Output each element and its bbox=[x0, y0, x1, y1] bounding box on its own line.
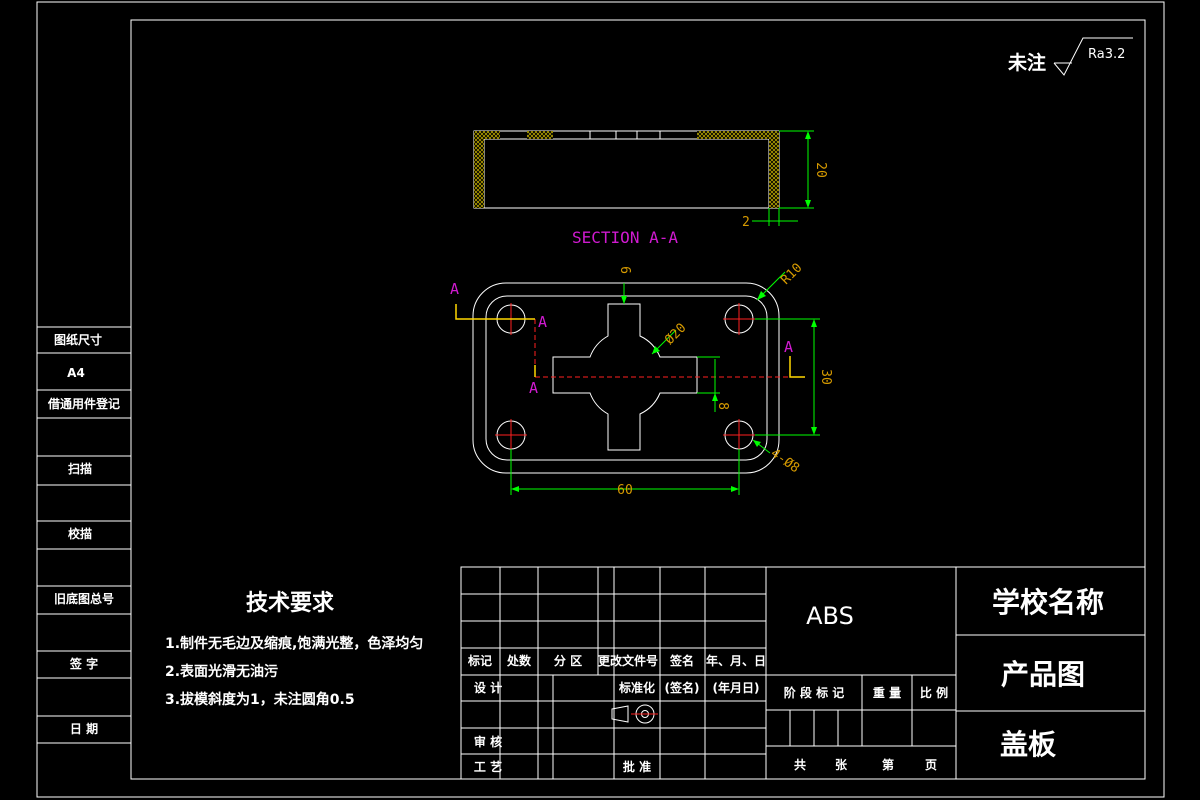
cad-drawing-sheet: 图纸尺寸 A4 借通用件登记 扫描 校描 旧底图总号 签 字 日 期 未注 Ra… bbox=[36, 1, 1165, 798]
tech-requirements: 技术要求 1.制件无毛边及缩痕,饱满光整，色泽均匀 2.表面光滑无油污 3.拔模… bbox=[165, 591, 423, 708]
left-strip: 图纸尺寸 A4 借通用件登记 扫描 校描 旧底图总号 签 字 日 期 bbox=[37, 326, 131, 744]
section-title: SECTION A-A bbox=[572, 228, 678, 247]
process-label: 工 艺 bbox=[474, 759, 502, 774]
strip-label-date: 日 期 bbox=[70, 721, 98, 736]
part-name: 盖板 bbox=[1000, 728, 1056, 761]
section-mark-a1: A bbox=[450, 280, 459, 298]
section-mark-a2: A bbox=[538, 313, 547, 331]
drawing-type: 产品图 bbox=[1001, 658, 1085, 691]
strip-label-a4: A4 bbox=[67, 366, 85, 380]
rev-header-count: 处数 bbox=[506, 653, 532, 668]
tech-title: 技术要求 bbox=[246, 591, 334, 616]
projection-symbol-icon bbox=[611, 704, 658, 724]
sheet-total-label: 共 bbox=[794, 757, 806, 772]
scale-header: 比 例 bbox=[920, 685, 948, 700]
rev-header-date: 年、月、日 bbox=[706, 653, 766, 668]
strip-label-trace: 校描 bbox=[68, 526, 92, 541]
school-name: 学校名称 bbox=[992, 586, 1104, 619]
strip-label-borrow: 借通用件登记 bbox=[47, 396, 120, 411]
dim-height: 20 bbox=[813, 162, 828, 178]
plan-view: A A A A 6 R10 Ø20 8 30 4-Ø8 60 bbox=[450, 261, 833, 498]
dim-rib-top: 6 bbox=[617, 266, 632, 274]
strip-label-old-no: 旧底图总号 bbox=[54, 591, 114, 606]
roughness-value: Ra3.2 bbox=[1088, 47, 1125, 62]
sheet-unit-label: 张 bbox=[835, 757, 848, 772]
section-view: 20 2 SECTION A-A bbox=[473, 130, 828, 247]
review-label: 审 核 bbox=[474, 734, 502, 749]
approve-label: 批 准 bbox=[623, 759, 651, 774]
material: ABS bbox=[806, 602, 854, 630]
tech-item-3: 3.拔模斜度为1，未注圆角0.5 bbox=[165, 691, 355, 708]
dim-hole-span-x: 60 bbox=[617, 483, 633, 498]
strip-label-scan: 扫描 bbox=[68, 461, 92, 476]
sheet-index-label: 第 bbox=[882, 757, 894, 772]
date-label: (年月日) bbox=[713, 680, 760, 695]
rev-header-zone: 分 区 bbox=[554, 653, 582, 668]
rev-header-mark: 标记 bbox=[467, 653, 492, 668]
roughness-note: 未注 Ra3.2 bbox=[1007, 37, 1133, 76]
std-label: 标准化 bbox=[618, 680, 655, 695]
stage-header: 阶 段 标 记 bbox=[784, 685, 845, 700]
rev-header-doc: 更改文件号 bbox=[598, 653, 658, 668]
dim-holes: 4-Ø8 bbox=[768, 446, 802, 476]
strip-label-signature: 签 字 bbox=[69, 656, 98, 671]
section-mark-a4: A bbox=[784, 338, 793, 356]
sign-label: (签名) bbox=[665, 680, 700, 695]
sheet-page-label: 页 bbox=[925, 758, 937, 772]
dim-radius: R10 bbox=[778, 261, 805, 288]
section-mark-a3: A bbox=[529, 379, 538, 397]
dim-center-dia: Ø20 bbox=[662, 321, 689, 348]
tech-item-2: 2.表面光滑无油污 bbox=[165, 663, 278, 680]
weight-header: 重 量 bbox=[873, 685, 901, 700]
roughness-prefix: 未注 bbox=[1007, 51, 1046, 74]
rev-header-sign: 签名 bbox=[669, 653, 694, 668]
dim-wall: 2 bbox=[742, 215, 750, 230]
dim-rib-width: 8 bbox=[715, 402, 730, 410]
tech-item-1: 1.制件无毛边及缩痕,饱满光整，色泽均匀 bbox=[165, 635, 423, 652]
strip-label-size: 图纸尺寸 bbox=[54, 332, 102, 347]
title-block: 标记 处数 分 区 更改文件号 签名 年、月、日 设 计 标准化 (签名) (年… bbox=[460, 566, 1146, 780]
design-label: 设 计 bbox=[474, 680, 502, 695]
dim-hole-span-y: 30 bbox=[818, 369, 833, 385]
